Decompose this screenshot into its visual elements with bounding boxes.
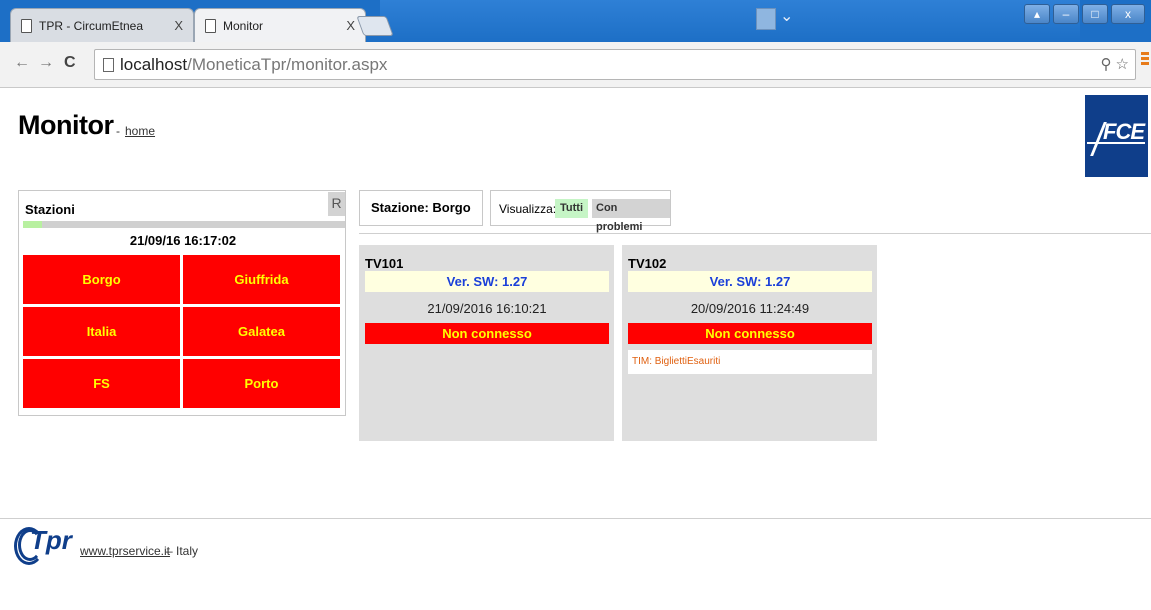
logo-text: Tpr xyxy=(30,525,72,555)
browser-tab-bar: TPR - CircumEtnea X Monitor X ⌄ ▴ – □ x xyxy=(0,0,1151,42)
device-timestamp: 21/09/2016 16:10:21 xyxy=(427,301,547,316)
refresh-button[interactable]: R xyxy=(328,192,345,216)
back-icon[interactable]: ← xyxy=(14,54,30,72)
device-status: Non connesso xyxy=(365,323,609,344)
device-version: Ver. SW: 1.27 xyxy=(628,271,872,292)
stazioni-heading: Stazioni xyxy=(25,202,75,217)
forward-icon[interactable]: → xyxy=(38,54,54,72)
extension-icon[interactable] xyxy=(756,8,776,30)
logo-text: FCE xyxy=(1103,119,1145,144)
device-name: TV101 xyxy=(365,256,404,271)
device-alert: TIM: BigliettiEsauriti xyxy=(628,350,872,374)
omnibox-actions: ⚲ ☆ xyxy=(1101,55,1129,73)
filter-label: Visualizza: xyxy=(499,202,557,216)
url-host: localhost xyxy=(120,55,188,74)
url-text: localhost/MoneticaTpr/monitor.aspx xyxy=(120,55,387,75)
window-controls: ▴ – □ x xyxy=(1024,4,1145,24)
stazioni-timestamp: 21/09/16 16:17:02 xyxy=(129,233,237,248)
tpr-logo: Tpr xyxy=(14,525,72,567)
filter-box: Visualizza: Tutti Con problemi xyxy=(490,190,671,233)
minimize-button[interactable]: – xyxy=(1053,4,1079,24)
device-card-tv101: TV101 Ver. SW: 1.27 21/09/2016 16:10:21 … xyxy=(359,245,614,441)
tab-tpr-circumetnea[interactable]: TPR - CircumEtnea X xyxy=(10,8,194,42)
page-icon xyxy=(103,58,114,72)
divider xyxy=(359,233,1151,234)
tab-title: Monitor xyxy=(223,18,264,33)
footer-country: – Italy xyxy=(166,544,199,558)
address-bar[interactable]: localhost/MoneticaTpr/monitor.aspx ⚲ ☆ xyxy=(94,49,1136,80)
progress-fill xyxy=(23,221,43,228)
home-link[interactable]: home xyxy=(125,124,155,138)
profile-button[interactable]: ▴ xyxy=(1024,4,1050,24)
close-window-button[interactable]: x xyxy=(1111,4,1145,24)
filter-all-button[interactable]: Tutti xyxy=(555,199,589,218)
filter-problems-button[interactable]: Con problemi xyxy=(592,199,670,233)
title-separator: - xyxy=(116,124,120,138)
stations-grid: Borgo Giuffrida Italia Galatea FS Porto xyxy=(23,255,343,408)
refresh-progress-bar xyxy=(23,221,345,228)
station-button-borgo[interactable]: Borgo xyxy=(23,255,180,304)
footer-website-link[interactable]: www.tprservice.it xyxy=(80,544,170,558)
titlebar-glow xyxy=(380,0,1080,42)
device-card-tv102: TV102 Ver. SW: 1.27 20/09/2016 11:24:49 … xyxy=(622,245,877,441)
stazioni-panel: Stazioni R 21/09/16 16:17:02 Borgo Giuff… xyxy=(18,190,346,416)
device-timestamp: 20/09/2016 11:24:49 xyxy=(690,301,810,316)
station-button-porto[interactable]: Porto xyxy=(183,359,340,408)
footer-divider xyxy=(0,518,1151,519)
tab-title: TPR - CircumEtnea xyxy=(39,18,144,33)
device-status: Non connesso xyxy=(628,323,872,344)
document-icon xyxy=(205,18,216,33)
url-path: /MoneticaTpr/monitor.aspx xyxy=(187,55,388,74)
fce-logo: FCE xyxy=(1085,95,1148,177)
document-icon xyxy=(21,18,32,33)
zoom-icon[interactable]: ⚲ xyxy=(1101,55,1112,73)
maximize-button[interactable]: □ xyxy=(1082,4,1108,24)
device-name: TV102 xyxy=(628,256,667,271)
close-icon[interactable]: X xyxy=(174,18,183,33)
station-button-giuffrida[interactable]: Giuffrida xyxy=(183,255,340,304)
selected-station-label: Stazione: Borgo xyxy=(359,190,483,226)
device-version: Ver. SW: 1.27 xyxy=(365,271,609,292)
menu-icon[interactable] xyxy=(1141,52,1149,66)
page-title: Monitor xyxy=(18,110,114,140)
chevron-down-icon[interactable]: ⌄ xyxy=(780,6,793,26)
station-button-fs[interactable]: FS xyxy=(23,359,180,408)
browser-toolbar: ← → C localhost/MoneticaTpr/monitor.aspx… xyxy=(0,42,1151,88)
close-icon[interactable]: X xyxy=(346,18,355,33)
tab-monitor[interactable]: Monitor X xyxy=(194,8,366,42)
reload-icon[interactable]: C xyxy=(64,54,76,72)
station-button-galatea[interactable]: Galatea xyxy=(183,307,340,356)
station-button-italia[interactable]: Italia xyxy=(23,307,180,356)
bookmark-star-icon[interactable]: ☆ xyxy=(1116,55,1129,73)
